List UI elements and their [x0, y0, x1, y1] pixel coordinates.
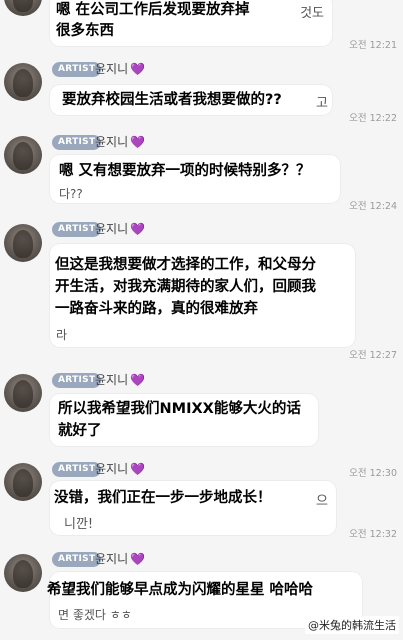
- korean-text: 고: [316, 96, 328, 111]
- translation-line-1: 嗯 在公司工作后发现要放弃掉: [56, 2, 250, 18]
- message-bubble[interactable]: 고 要放弃校园生活或者我想要做的??: [50, 85, 332, 115]
- heart-icon: 💜: [130, 373, 146, 387]
- translation-line-1: 要放弃校园生活或者我想要做的??: [62, 92, 282, 108]
- message-bubble[interactable]: 没错，我们正在一步一步地成长！ 으 니깐!: [50, 481, 336, 535]
- timestamp: 오전 12:32: [349, 529, 397, 540]
- artist-badge: ARTIST: [52, 222, 102, 237]
- author-name[interactable]: 윤지니 💜: [95, 551, 145, 567]
- korean-text: 것도: [300, 6, 324, 21]
- message-bubble[interactable]: 但这是我想要做才选择的工作，和父母分 开生活，对我充满期待的家人们，回顾我 一路…: [50, 244, 355, 347]
- translation-line-1: 没错，我们正在一步一步地成长！: [54, 490, 272, 506]
- artist-badge: ARTIST: [52, 552, 102, 567]
- translation-line-1: 希望我们能够早点成为闪耀的星星 哈哈哈: [47, 582, 314, 598]
- avatar[interactable]: [4, 463, 42, 501]
- translation-line-2: 开生活，对我充满期待的家人们，回顾我: [55, 279, 316, 295]
- korean-text: 다??: [59, 187, 83, 201]
- message-bubble[interactable]: 所以我希望我们NMIXX能够大火的话 就好了: [50, 394, 318, 446]
- message-bubble[interactable]: 것도 嗯 在公司工作后发现要放弃掉 很多东西: [50, 0, 332, 46]
- author-name[interactable]: 윤지니 💜: [95, 221, 145, 237]
- message-0: 것도 嗯 在公司工作后发现要放弃掉 很多东西 오전 12:21: [0, 0, 403, 58]
- avatar[interactable]: [4, 554, 42, 592]
- avatar[interactable]: [4, 63, 42, 101]
- artist-badge: ARTIST: [52, 373, 102, 388]
- translation-line-2: 就好了: [58, 423, 102, 439]
- translation-line-1: 所以我希望我们NMIXX能够大火的话: [58, 401, 301, 417]
- heart-icon: 💜: [130, 135, 146, 149]
- korean-text: 으: [316, 494, 328, 509]
- heart-icon: 💜: [130, 552, 146, 566]
- translation-line-1: 嗯 又有想要放弃一项的时候特别多？？: [59, 163, 311, 179]
- timestamp: 오전 12:22: [349, 113, 397, 124]
- artist-badge: ARTIST: [52, 62, 102, 77]
- message-4: ARTIST 윤지니 💜 所以我希望我们NMIXX能够大火的话 就好了 오전 12…: [0, 366, 403, 479]
- heart-icon: 💜: [130, 222, 146, 236]
- message-1: ARTIST 윤지니 💜 고 要放弃校园生活或者我想要做的?? 오전 12:22: [0, 58, 403, 128]
- avatar[interactable]: [4, 0, 42, 16]
- message-3: ARTIST 윤지니 💜 但这是我想要做才选择的工作，和父母分 开生活，对我充满期…: [0, 216, 403, 364]
- avatar[interactable]: [4, 136, 42, 174]
- heart-icon: 💜: [130, 462, 146, 476]
- translation-line-1: 但这是我想要做才选择的工作，和父母分: [55, 257, 316, 273]
- korean-text: 라: [56, 328, 68, 342]
- message-2: ARTIST 윤지니 💜 嗯 又有想要放弃一项的时候特别多？？ 다?? 오전 12…: [0, 130, 403, 214]
- heart-icon: 💜: [130, 62, 146, 76]
- watermark: @米兔的韩流生活: [305, 616, 399, 634]
- avatar[interactable]: [4, 224, 42, 262]
- korean-text: 면 좋겠다 ㅎㅎ: [58, 608, 132, 622]
- author-name[interactable]: 윤지니 💜: [95, 461, 145, 477]
- message-5: ARTIST 윤지니 💜 没错，我们正在一步一步地成长！ 으 니깐! 오전 12:…: [0, 458, 403, 544]
- timestamp: 오전 12:27: [349, 350, 397, 361]
- artist-badge: ARTIST: [52, 135, 102, 150]
- timestamp: 오전 12:24: [349, 201, 397, 212]
- chat-screen: 것도 嗯 在公司工作后发现要放弃掉 很多东西 오전 12:21 ARTIST 윤…: [0, 0, 403, 640]
- author-name[interactable]: 윤지니 💜: [95, 61, 145, 77]
- korean-text-line-2: 니깐!: [64, 517, 94, 532]
- artist-badge: ARTIST: [52, 462, 102, 477]
- translation-line-3: 一路奋斗来的路，真的很难放弃: [55, 301, 258, 317]
- translation-line-2: 很多东西: [56, 23, 114, 39]
- message-bubble[interactable]: 嗯 又有想要放弃一项的时候特别多？？ 다??: [50, 155, 340, 203]
- author-name[interactable]: 윤지니 💜: [95, 134, 145, 150]
- avatar[interactable]: [4, 374, 42, 412]
- timestamp: 오전 12:21: [349, 40, 397, 51]
- author-name[interactable]: 윤지니 💜: [95, 372, 145, 388]
